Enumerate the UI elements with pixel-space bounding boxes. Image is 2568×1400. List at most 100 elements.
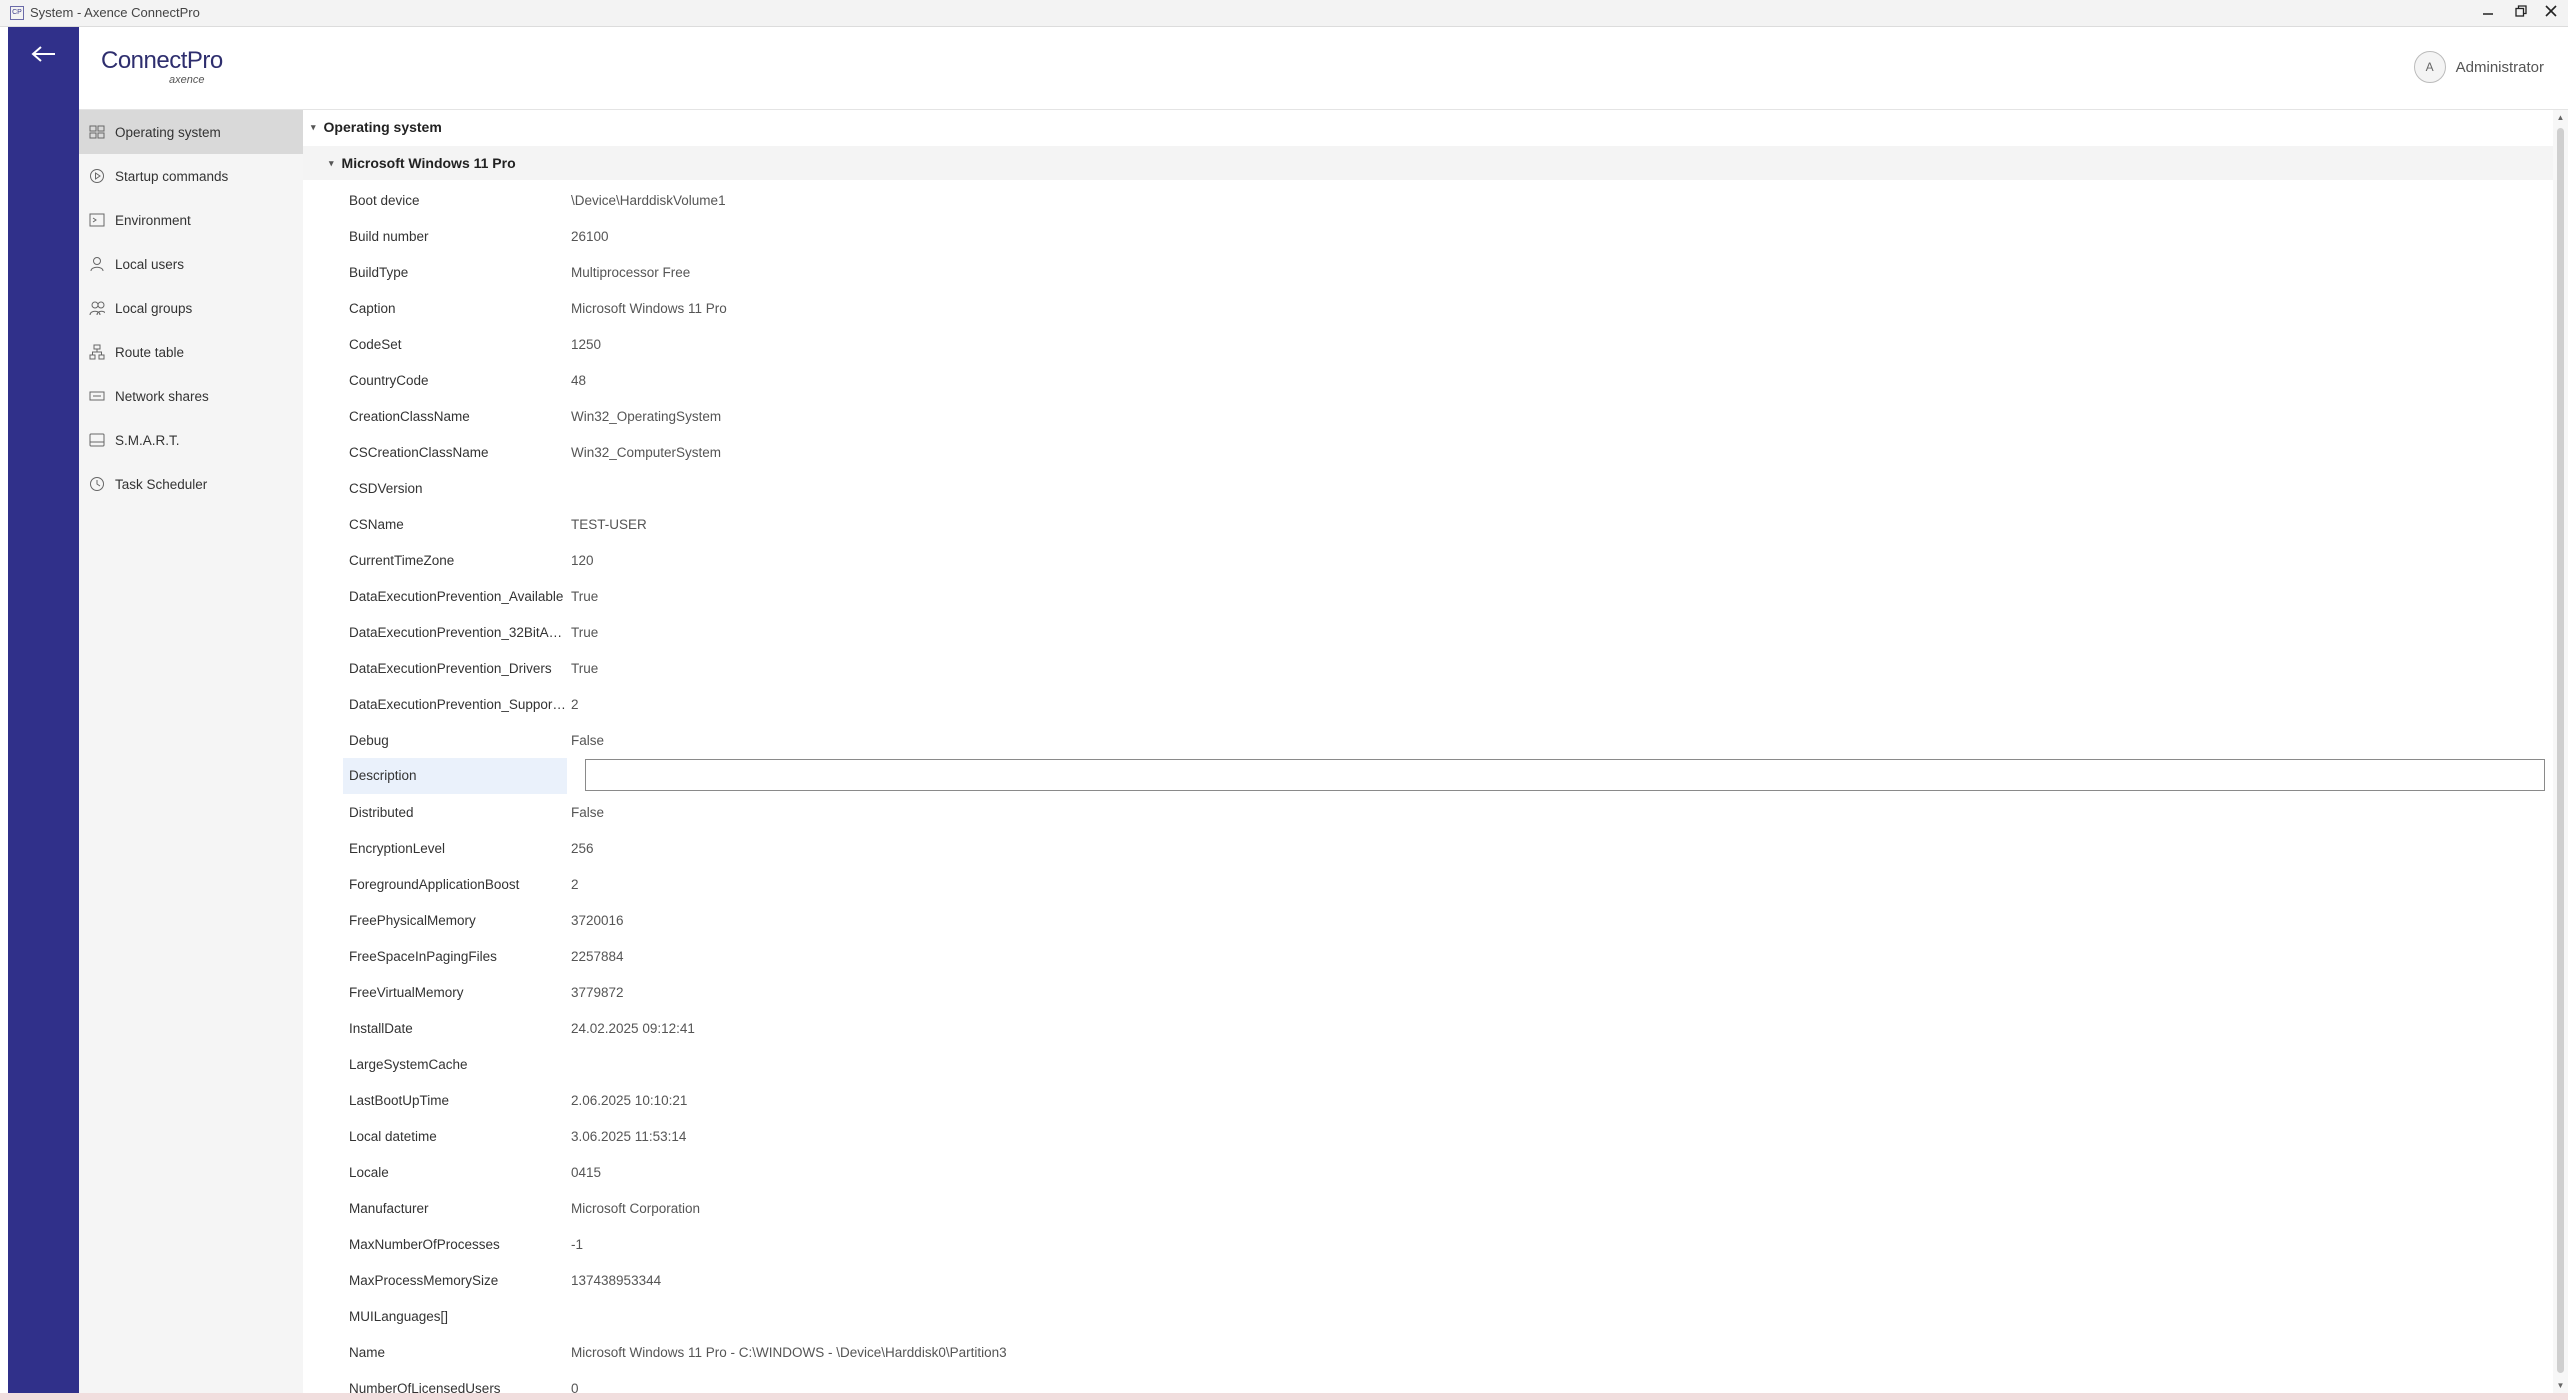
property-row[interactable]: EncryptionLevel 256 (343, 830, 2543, 866)
close-button[interactable] (2540, 2, 2562, 24)
property-row[interactable]: MaxNumberOfProcesses -1 (343, 1226, 2543, 1262)
collapse-caret-icon[interactable]: ▾ (329, 158, 334, 169)
nav-item-task-scheduler[interactable]: Task Scheduler (79, 462, 303, 506)
nav-item-label: Local groups (115, 300, 193, 316)
property-name: MaxNumberOfProcesses (349, 1236, 500, 1252)
property-name: Distributed (349, 804, 414, 820)
group-windows-11-pro[interactable]: ▾ Microsoft Windows 11 Pro (303, 146, 2553, 180)
nav-item-label: Local users (115, 256, 185, 272)
property-row[interactable]: CSDVersion (343, 470, 2543, 506)
nav-item-label: S.M.A.R.T. (115, 432, 180, 448)
group-icon (89, 300, 105, 316)
property-row[interactable]: DataExecutionPrevention_32BitAp... True (343, 614, 2543, 650)
property-value: Win32_OperatingSystem (571, 408, 722, 424)
property-row[interactable]: CSName TEST-USER (343, 506, 2543, 542)
nav-item-network-shares[interactable]: Network shares (79, 374, 303, 418)
play-icon (89, 168, 105, 184)
window-title-bar: CP System - Axence ConnectPro (0, 0, 2568, 27)
property-row[interactable]: CreationClassName Win32_OperatingSystem (343, 398, 2543, 434)
property-name: CSCreationClassName (349, 444, 489, 460)
property-row[interactable]: Local datetime 3.06.2025 11:53:14 (343, 1118, 2543, 1154)
property-value: True (571, 660, 599, 676)
property-row[interactable]: Manufacturer Microsoft Corporation (343, 1190, 2543, 1226)
nav-item-operating-system[interactable]: Operating system (79, 110, 303, 154)
property-row[interactable]: Locale 0415 (343, 1154, 2543, 1190)
minimize-button[interactable] (2477, 2, 2499, 24)
property-row[interactable]: CurrentTimeZone 120 (343, 542, 2543, 578)
nav-item-local-users[interactable]: Local users (79, 242, 303, 286)
logo-brand: ConnectPro (101, 47, 223, 74)
nav-item-label: Network shares (115, 388, 209, 404)
property-row[interactable]: FreePhysicalMemory 3720016 (343, 902, 2543, 938)
nav-item-label: Route table (115, 344, 185, 360)
property-row[interactable]: MUILanguages[] (343, 1298, 2543, 1334)
property-name: FreePhysicalMemory (349, 912, 476, 928)
minimize-icon (2483, 13, 2493, 15)
bottom-edge (0, 1393, 2568, 1400)
nav-item-local-groups[interactable]: Local groups (79, 286, 303, 330)
property-name: CSDVersion (349, 480, 423, 496)
collapse-caret-icon[interactable]: ▾ (311, 122, 316, 133)
property-name: NumberOfLicensedUsers (349, 1380, 501, 1394)
property-row[interactable]: DataExecutionPrevention_Drivers True (343, 650, 2543, 686)
property-row[interactable]: FreeSpaceInPagingFiles 2257884 (343, 938, 2543, 974)
app-icon: CP (10, 6, 24, 20)
property-row[interactable]: CountryCode 48 (343, 362, 2543, 398)
property-name: MUILanguages[] (349, 1308, 449, 1324)
user-menu[interactable]: A Administrator (2413, 51, 2544, 83)
nav-item-startup-commands[interactable]: Startup commands (79, 154, 303, 198)
group-title: Microsoft Windows 11 Pro (341, 155, 516, 171)
property-row[interactable]: DataExecutionPrevention_Support... 2 (343, 686, 2543, 722)
property-row[interactable]: MaxProcessMemorySize 137438953344 (343, 1262, 2543, 1298)
property-row[interactable]: InstallDate 24.02.2025 09:12:41 (343, 1010, 2543, 1046)
property-name: BuildType (349, 264, 409, 280)
property-row[interactable]: Caption Microsoft Windows 11 Pro (343, 290, 2543, 326)
property-row[interactable]: FreeVirtualMemory 3779872 (343, 974, 2543, 1010)
property-value: 1250 (571, 336, 602, 352)
property-row[interactable]: NumberOfLicensedUsers 0 (343, 1370, 2543, 1394)
property-row[interactable]: CodeSet 1250 (343, 326, 2543, 362)
property-row[interactable]: CSCreationClassName Win32_ComputerSystem (343, 434, 2543, 470)
section-operating-system[interactable]: ▾ Operating system (303, 110, 2553, 144)
nav-item-environment[interactable]: Environment (79, 198, 303, 242)
property-name: Debug (349, 732, 389, 748)
property-row[interactable]: LargeSystemCache (343, 1046, 2543, 1082)
property-row[interactable]: Name Microsoft Windows 11 Pro - C:\WINDOW… (343, 1334, 2543, 1370)
property-value: 2.06.2025 10:10:21 (571, 1092, 688, 1108)
property-row[interactable]: LastBootUpTime 2.06.2025 10:10:21 (343, 1082, 2543, 1118)
main-panel: ▾ Operating system ▾ Microsoft Windows 1… (303, 110, 2553, 1393)
property-name: InstallDate (349, 1020, 413, 1036)
property-row[interactable]: Build number 26100 (343, 218, 2543, 254)
property-name: DataExecutionPrevention_32BitAp... (349, 624, 567, 640)
property-name: CSName (349, 516, 404, 532)
property-value-input[interactable] (585, 759, 2545, 791)
nav-item-label: Operating system (115, 124, 221, 140)
property-row[interactable]: Debug False (343, 722, 2543, 758)
property-value: Microsoft Windows 11 Pro (571, 300, 727, 316)
restore-button[interactable] (2510, 2, 2532, 24)
property-row[interactable]: Distributed False (343, 794, 2543, 830)
app-header: ConnectPro axence A Administrator (79, 27, 2568, 110)
avatar: A (2413, 51, 2446, 83)
property-value: True (571, 624, 599, 640)
property-name: EncryptionLevel (349, 840, 446, 856)
vertical-scrollbar[interactable]: ▲ ▼ (2553, 110, 2568, 1393)
window-title: System - Axence ConnectPro (30, 5, 200, 20)
scroll-up-icon[interactable]: ▲ (2556, 113, 2565, 122)
scroll-down-icon[interactable]: ▼ (2556, 1381, 2565, 1390)
property-value: 120 (571, 552, 594, 568)
user-icon (89, 256, 105, 272)
property-row[interactable]: BuildType Multiprocessor Free (343, 254, 2543, 290)
side-nav: Operating system Startup commands Enviro… (79, 110, 304, 1393)
property-row[interactable]: ForegroundApplicationBoost 2 (343, 866, 2543, 902)
property-row[interactable]: Boot device \Device\HarddiskVolume1 (343, 182, 2543, 218)
nav-item-smart[interactable]: S.M.A.R.T. (79, 418, 303, 462)
property-name: CountryCode (349, 372, 429, 388)
nav-item-route-table[interactable]: Route table (79, 330, 303, 374)
property-row[interactable]: DataExecutionPrevention_Available True (343, 578, 2543, 614)
property-value: 0 (571, 1380, 579, 1394)
scroll-thumb[interactable] (2557, 128, 2564, 1373)
property-row[interactable]: Description (343, 758, 2545, 794)
back-button[interactable] (8, 27, 79, 81)
back-arrow-icon (30, 46, 55, 62)
